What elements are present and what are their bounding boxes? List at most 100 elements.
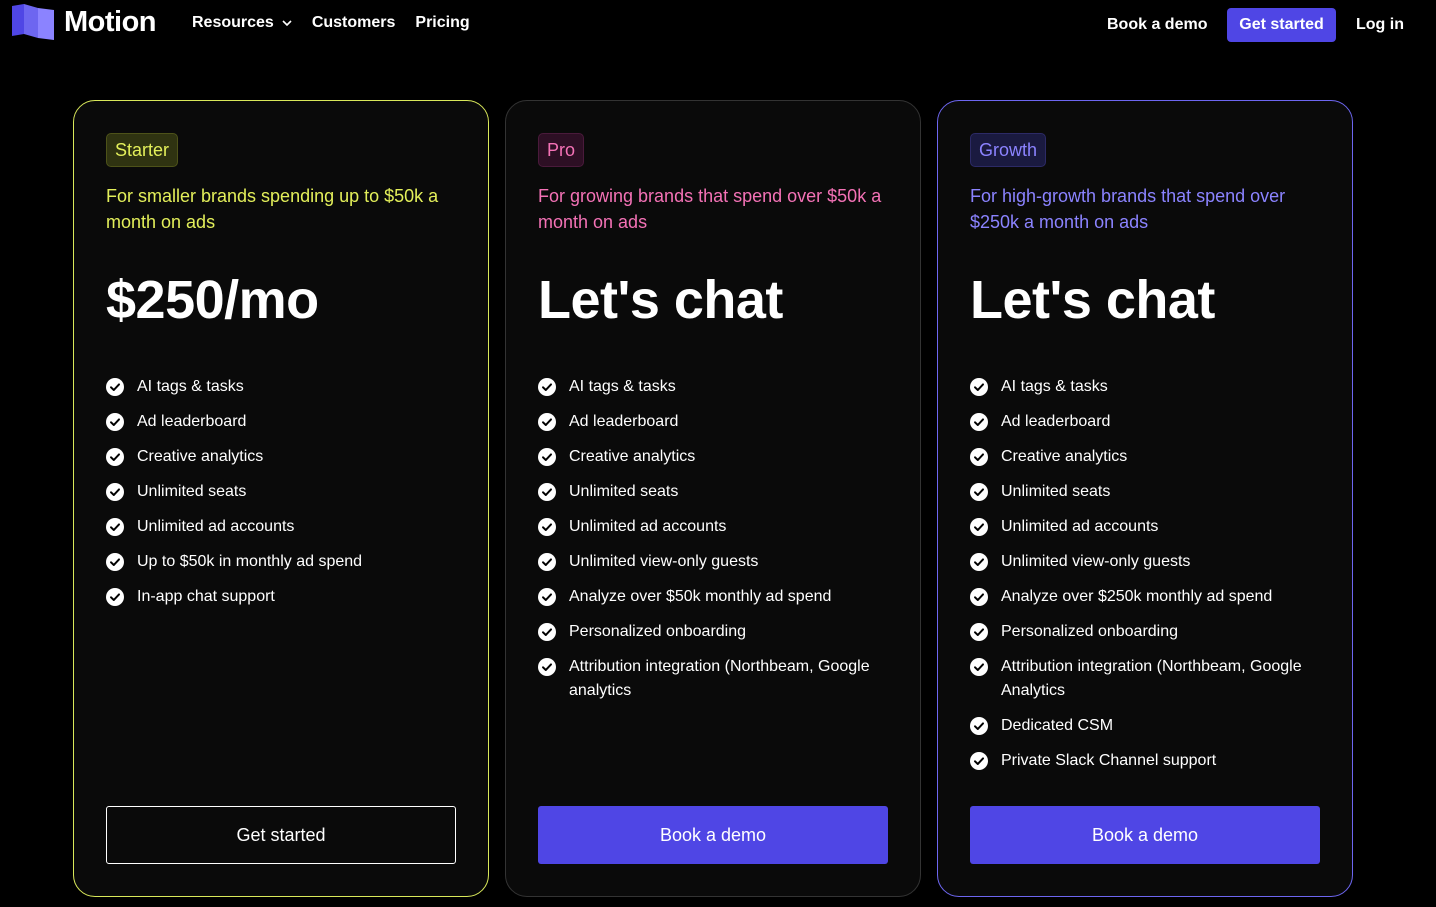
feature-label: Creative analytics — [569, 448, 696, 465]
feature-label: In-app chat support — [137, 588, 275, 605]
feature-label: Unlimited view-only guests — [569, 553, 759, 570]
feature-label: AI tags & tasks — [137, 378, 244, 395]
feature-item: AI tags & tasks — [538, 375, 890, 399]
feature-item: Private Slack Channel support — [970, 749, 1322, 773]
check-circle-icon — [970, 553, 988, 571]
feature-label: Dedicated CSM — [1001, 717, 1114, 734]
plan-price: Let's chat — [970, 270, 1215, 330]
feature-item: Ad leaderboard — [106, 410, 458, 434]
check-circle-icon — [970, 483, 988, 501]
check-circle-icon — [106, 588, 124, 606]
plan-badge: Growth — [970, 133, 1047, 167]
feature-item: Unlimited view-only guests — [970, 550, 1322, 574]
feature-item: Up to $50k in monthly ad spend — [106, 550, 458, 574]
feature-label: Analyze over $50k monthly ad spend — [569, 588, 832, 605]
feature-label: Unlimited ad accounts — [1001, 518, 1159, 535]
check-circle-icon — [970, 623, 988, 641]
plan-description: For high-growth brands that spend over $… — [970, 186, 1286, 232]
get-started-button[interactable]: Get started — [106, 806, 456, 864]
feature-item: Dedicated CSM — [970, 714, 1322, 738]
feature-label: Private Slack Channel support — [1001, 752, 1217, 769]
plan-card-starter: Starter For smaller brands spending up t… — [73, 100, 489, 897]
feature-list: AI tags & tasks Ad leaderboard Creative an… — [970, 375, 1322, 784]
book-demo-button[interactable]: Book a demo — [538, 806, 888, 864]
check-circle-icon — [970, 588, 988, 606]
plan-price: $250/mo — [106, 270, 319, 330]
feature-item: AI tags & tasks — [970, 375, 1322, 399]
feature-label: Analyze over $250k monthly ad spend — [1001, 588, 1273, 605]
feature-item: AI tags & tasks — [106, 375, 458, 399]
check-circle-icon — [106, 413, 124, 431]
plan-badge: Starter — [106, 133, 179, 167]
check-circle-icon — [970, 378, 988, 396]
check-circle-icon — [970, 752, 988, 770]
nav-link-label: Customers — [311, 14, 396, 31]
check-circle-icon — [106, 518, 124, 536]
feature-label: Ad leaderboard — [137, 413, 247, 430]
feature-item: Ad leaderboard — [970, 410, 1322, 434]
feature-item: Creative analytics — [106, 445, 458, 469]
feature-item: Unlimited seats — [970, 480, 1322, 504]
motion-logo[interactable]: Motion — [12, 4, 157, 40]
feature-label: AI tags & tasks — [1001, 378, 1108, 395]
check-circle-icon — [106, 553, 124, 571]
feature-label: AI tags & tasks — [569, 378, 676, 395]
feature-label: Unlimited view-only guests — [1001, 553, 1191, 570]
get-started-button[interactable]: Get started — [1227, 8, 1336, 42]
login-link[interactable]: Log in — [1356, 16, 1404, 34]
feature-item: Unlimited view-only guests — [538, 550, 890, 574]
check-circle-icon — [538, 623, 556, 641]
feature-label: Up to $50k in monthly ad spend — [137, 553, 363, 570]
feature-label: Unlimited seats — [137, 483, 247, 500]
feature-item: Analyze over $50k monthly ad spend — [538, 585, 890, 609]
feature-item: Attribution integration (Northbeam, Goog… — [538, 655, 890, 703]
plan-card-pro: Pro For growing brands that spend over $… — [505, 100, 921, 897]
check-circle-icon — [970, 413, 988, 431]
check-circle-icon — [970, 518, 988, 536]
feature-label: Unlimited seats — [1001, 483, 1111, 500]
plan-description: For growing brands that spend over $50k … — [538, 186, 882, 232]
nav-link-resources[interactable]: Resources — [192, 14, 292, 32]
check-circle-icon — [970, 717, 988, 735]
plan-badge: Pro — [538, 133, 585, 167]
feature-label: Personalized onboarding — [569, 623, 747, 640]
feature-item: Unlimited seats — [538, 480, 890, 504]
feature-label: Personalized onboarding — [1001, 623, 1179, 640]
check-circle-icon — [538, 553, 556, 571]
nav-links: Resources Customers Pricing — [192, 14, 490, 32]
top-nav: Motion Resources Customers Pricing Book … — [0, 0, 1436, 50]
feature-label: Unlimited seats — [569, 483, 679, 500]
feature-item: Personalized onboarding — [970, 620, 1322, 644]
check-circle-icon — [106, 448, 124, 466]
feature-item: Unlimited ad accounts — [970, 515, 1322, 539]
feature-label: Ad leaderboard — [1001, 413, 1111, 430]
check-circle-icon — [538, 518, 556, 536]
feature-item: Personalized onboarding — [538, 620, 890, 644]
check-circle-icon — [538, 413, 556, 431]
book-demo-button[interactable]: Book a demo — [970, 806, 1320, 864]
plan-card-growth: Growth For high-growth brands that spend… — [937, 100, 1353, 897]
feature-item: Unlimited ad accounts — [538, 515, 890, 539]
feature-label: Attribution integration (Northbeam, Goog… — [569, 658, 870, 699]
logo-text: Motion — [64, 5, 157, 38]
nav-link-label: Resources — [192, 14, 274, 31]
check-circle-icon — [970, 448, 988, 466]
feature-list: AI tags & tasks Ad leaderboard Creative an… — [106, 375, 458, 620]
check-circle-icon — [538, 658, 556, 676]
nav-link-label: Pricing — [415, 14, 470, 31]
feature-item: Creative analytics — [538, 445, 890, 469]
check-circle-icon — [538, 588, 556, 606]
feature-item: Unlimited ad accounts — [106, 515, 458, 539]
check-circle-icon — [538, 483, 556, 501]
nav-link-pricing[interactable]: Pricing — [415, 14, 469, 32]
feature-item: Ad leaderboard — [538, 410, 890, 434]
feature-item: Creative analytics — [970, 445, 1322, 469]
feature-item: Attribution integration (Northbeam, Goog… — [970, 655, 1322, 703]
chevron-down-icon — [282, 20, 292, 26]
check-circle-icon — [538, 448, 556, 466]
nav-link-customers[interactable]: Customers — [312, 14, 396, 32]
book-demo-link[interactable]: Book a demo — [1107, 16, 1207, 34]
check-circle-icon — [106, 378, 124, 396]
feature-list: AI tags & tasks Ad leaderboard Creative an… — [538, 375, 890, 714]
check-circle-icon — [970, 658, 988, 676]
